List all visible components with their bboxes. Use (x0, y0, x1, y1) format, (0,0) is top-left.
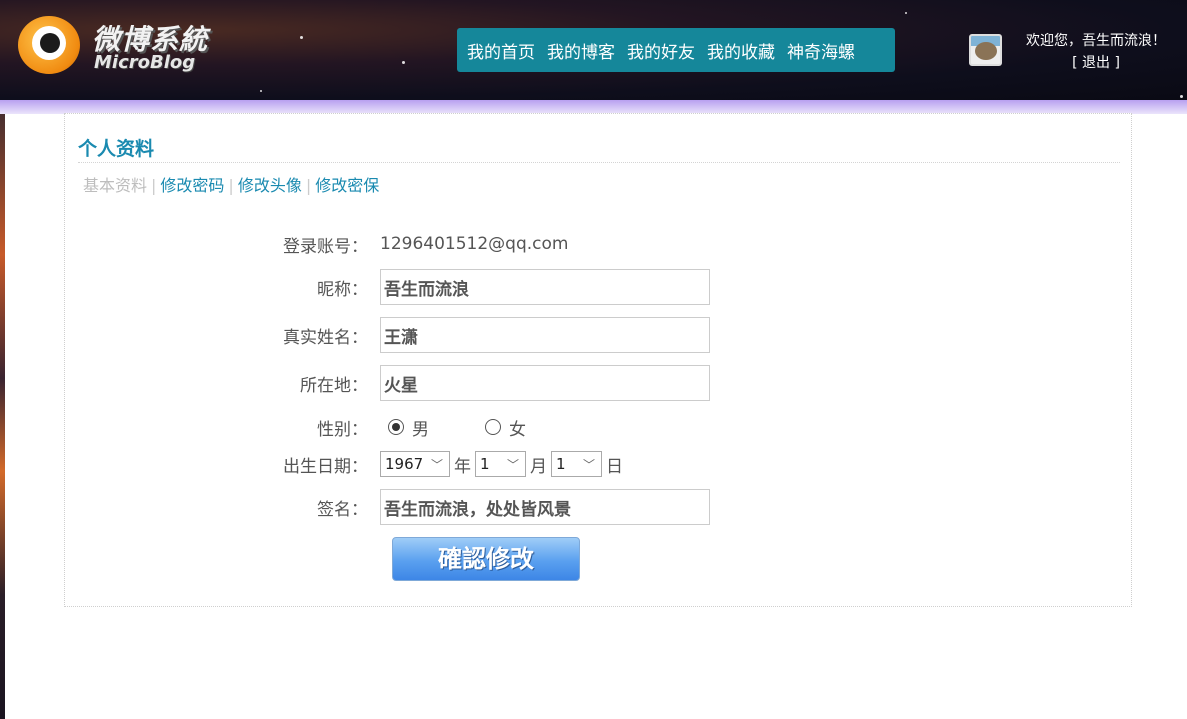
nav-home[interactable]: 我的首页 (467, 38, 535, 63)
star-decoration (260, 90, 262, 92)
location-row: 所在地： (200, 365, 800, 401)
star-decoration (300, 36, 303, 39)
subnav-separator: | (305, 176, 312, 195)
nav-favorites[interactable]: 我的收藏 (707, 38, 775, 63)
chevron-down-icon: ﹀ (506, 458, 519, 472)
month-unit: 月 (530, 456, 547, 477)
signature-label: 签名： (317, 499, 368, 520)
birthday-label: 出生日期： (283, 456, 368, 477)
subnav-separator: | (151, 176, 157, 195)
page-title: 个人资料 (78, 138, 155, 160)
account-value: 1296401512@qq.com (380, 234, 569, 254)
tab-basic-info[interactable]: 基本资料 (83, 176, 147, 195)
tab-change-avatar[interactable]: 修改头像 (238, 176, 302, 195)
signature-field[interactable] (380, 489, 710, 525)
title-divider (78, 162, 1120, 163)
logo-title-en: MicroBlog (94, 52, 196, 73)
gender-female-label: 女 (509, 419, 526, 440)
welcome-text: 欢迎您，吾生而流浪！ (1026, 33, 1166, 49)
gender-row: 性别： 男 女 (200, 409, 800, 445)
gender-female-radio[interactable] (485, 419, 501, 435)
location-label: 所在地： (300, 375, 368, 396)
account-label: 登录账号： (283, 236, 368, 257)
chevron-down-icon: ﹀ (582, 458, 595, 472)
realname-row: 真实姓名： (200, 317, 800, 353)
star-decoration (402, 61, 405, 64)
location-field[interactable] (380, 365, 710, 401)
tab-change-password[interactable]: 修改密码 (160, 176, 224, 195)
star-decoration (905, 12, 907, 14)
confirm-button[interactable]: 確認修改 (392, 537, 580, 581)
signature-row: 签名： (200, 489, 800, 525)
gender-options: 男 女 (380, 415, 526, 440)
realname-field[interactable] (380, 317, 710, 353)
nav-friends[interactable]: 我的好友 (627, 38, 695, 63)
birth-month-select[interactable]: 1 ﹀ (475, 451, 526, 477)
gender-male-label: 男 (412, 419, 429, 440)
birthday-row: 出生日期： 1967 ﹀ 年 1 ﹀ 月 1 ﹀ 日 (200, 446, 800, 482)
header-divider (0, 100, 1187, 114)
account-row: 登录账号： 1296401512@qq.com (200, 226, 800, 262)
logo-eye-icon (18, 16, 80, 74)
birth-year-value: 1967 (385, 455, 424, 473)
site-header: 微博系統 MicroBlog 我的首页 我的博客 我的好友 我的收藏 神奇海螺 … (0, 0, 1187, 100)
logo[interactable]: 微博系統 MicroBlog (16, 10, 216, 80)
nav-magic-conch[interactable]: 神奇海螺 (787, 38, 855, 63)
profile-subnav: 基本资料 | 修改密码 | 修改头像 | 修改密保 (83, 172, 379, 196)
nickname-row: 昵称： (200, 269, 800, 305)
nickname-field[interactable] (380, 269, 710, 305)
birth-month-value: 1 (480, 455, 490, 473)
year-unit: 年 (454, 456, 471, 477)
birth-year-select[interactable]: 1967 ﹀ (380, 451, 450, 477)
welcome-area: 欢迎您，吾生而流浪！ [ 退出 ] (1010, 30, 1182, 74)
star-decoration (1180, 95, 1183, 98)
gender-label: 性别： (317, 419, 368, 440)
birth-day-value: 1 (556, 455, 566, 473)
user-avatar[interactable] (969, 34, 1002, 66)
birth-day-select[interactable]: 1 ﹀ (551, 451, 602, 477)
nickname-label: 昵称： (317, 279, 368, 300)
realname-label: 真实姓名： (283, 327, 368, 348)
day-unit: 日 (606, 456, 623, 477)
tab-change-security[interactable]: 修改密保 (315, 176, 379, 195)
gender-male-radio[interactable] (388, 419, 404, 435)
main-nav: 我的首页 我的博客 我的好友 我的收藏 神奇海螺 (457, 28, 895, 72)
nav-blog[interactable]: 我的博客 (547, 38, 615, 63)
chevron-down-icon: ﹀ (430, 458, 443, 472)
subnav-separator: | (228, 176, 234, 195)
logout-link[interactable]: [ 退出 ] (1010, 52, 1182, 74)
